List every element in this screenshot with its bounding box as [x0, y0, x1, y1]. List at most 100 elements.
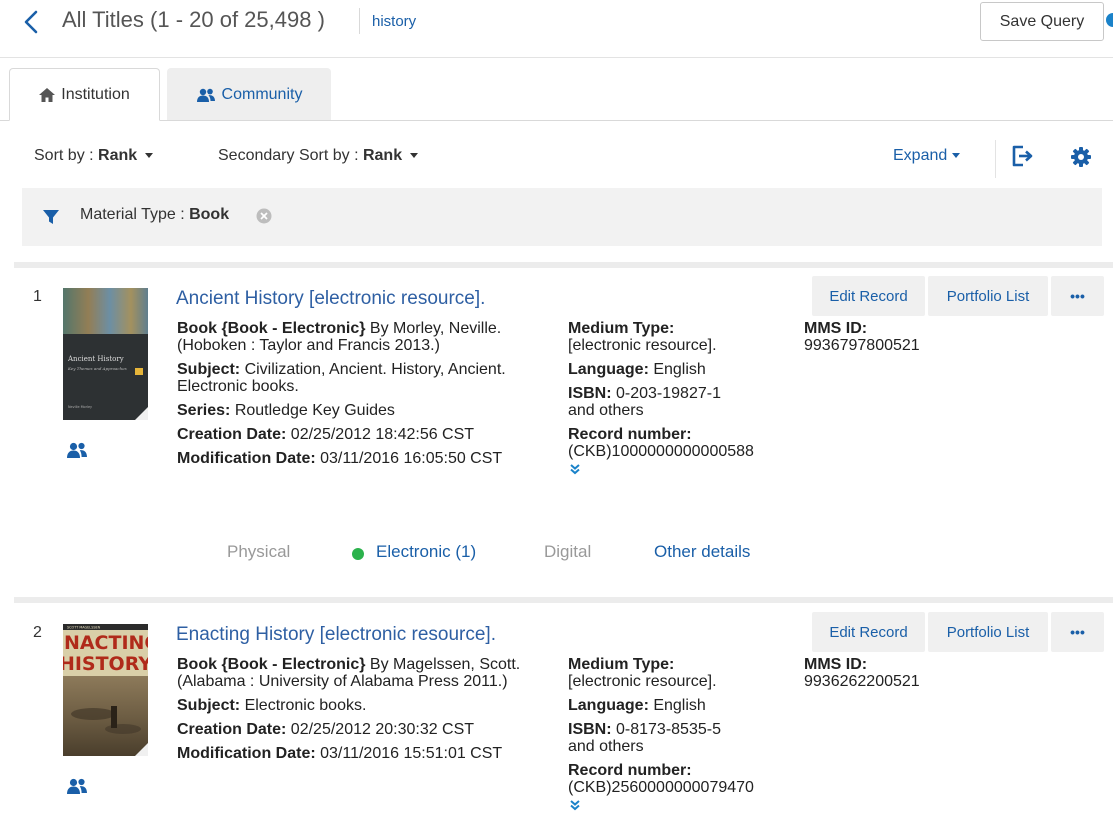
tab-community-label: Community — [221, 85, 303, 103]
medium-type-value: [electronic resource]. — [568, 337, 717, 354]
mms-id-label: MMS ID: — [804, 656, 868, 673]
cover-title: Ancient History — [67, 355, 124, 363]
mms-id-field: MMS ID: 9936797800521 — [804, 320, 1004, 354]
language-field: Language: English — [568, 697, 798, 714]
subject-field: Subject: Civilization, Ancient. History,… — [177, 361, 537, 395]
result-metadata: Medium Type: [electronic resource]. Langu… — [568, 656, 798, 811]
result-separator — [14, 597, 1113, 603]
result-number: 1 — [33, 288, 42, 305]
expand-label: Expand — [893, 147, 948, 164]
show-more-chevron-icon[interactable] — [568, 799, 582, 811]
filter-value: Book — [189, 206, 230, 223]
tab-community[interactable]: Community — [167, 68, 331, 121]
creation-date-label: Creation Date: — [177, 426, 287, 443]
result-title-link[interactable]: Ancient History [electronic resource]. — [176, 288, 485, 310]
result-title-link[interactable]: Enacting History [electronic resource]. — [176, 624, 496, 646]
expand-dropdown[interactable]: Expand — [893, 147, 961, 165]
remove-filter-icon[interactable] — [256, 208, 272, 224]
title-divider — [359, 8, 360, 34]
series-field: Series: Routledge Key Guides — [177, 402, 537, 419]
secondary-sort-label: Secondary Sort by : — [218, 147, 363, 164]
modification-date-label: Modification Date: — [177, 450, 316, 467]
medium-type-label: Medium Type: — [568, 656, 675, 673]
modification-date-field: Modification Date: 03/11/2016 16:05:50 C… — [177, 450, 537, 467]
show-more-chevron-icon[interactable] — [568, 463, 582, 475]
language-field: Language: English — [568, 361, 798, 378]
record-number-label: Record number: — [568, 426, 692, 443]
back-chevron-icon[interactable] — [20, 8, 44, 36]
users-icon — [196, 88, 215, 102]
filter-label: Material Type : — [80, 206, 190, 223]
top-bar: All Titles (1 - 20 of 25,498 ) history S… — [0, 0, 1113, 48]
result-details: Book {Book - Electronic} By Morley, Nevi… — [177, 320, 537, 474]
page-title: All Titles (1 - 20 of 25,498 ) — [62, 7, 325, 32]
edit-record-button[interactable]: Edit Record — [812, 612, 925, 652]
chevron-down-icon — [952, 153, 961, 159]
home-icon — [39, 87, 56, 102]
book-info: Book {Book - Electronic} By Morley, Nevi… — [177, 320, 537, 354]
record-number-field: Record number: (CKB)2560000000079470 — [568, 762, 798, 796]
save-query-button[interactable]: Save Query — [980, 2, 1104, 41]
help-indicator-icon[interactable] — [1106, 13, 1113, 27]
inventory-electronic-link[interactable]: Electronic (1) — [376, 542, 476, 562]
more-actions-button[interactable]: ••• — [1051, 276, 1104, 316]
query-term-link[interactable]: history — [372, 13, 416, 30]
chevron-down-icon — [410, 153, 419, 159]
mms-id-value: 9936797800521 — [804, 337, 920, 354]
isbn-label: ISBN: — [568, 721, 612, 738]
medium-type-label: Medium Type: — [568, 320, 675, 337]
cover-title: ENACTING — [63, 632, 148, 654]
isbn-field: ISBN: 0-203-19827-1 and others — [568, 385, 798, 419]
gear-icon[interactable] — [1070, 146, 1092, 168]
community-users-icon[interactable] — [66, 442, 88, 458]
cover-subtitle: Key Themes and Approaches — [67, 366, 127, 371]
tabs-divider — [0, 120, 1113, 121]
book-cover-image[interactable]: SCOTT MAGELSSEN ENACTING HISTORY — [63, 624, 148, 756]
inventory-physical: Physical — [227, 542, 291, 561]
creation-date-value: 02/25/2012 18:42:56 CST — [286, 426, 475, 443]
result-metadata: Medium Type: [electronic resource]. Langu… — [568, 320, 798, 475]
subject-value: Electronic books. — [240, 697, 367, 714]
book-cover-image[interactable]: Ancient History Key Themes and Approache… — [63, 288, 148, 420]
cover-author: Neville Morley — [68, 405, 92, 409]
medium-type-field: Medium Type: [electronic resource]. — [568, 320, 798, 354]
chevron-down-icon — [145, 153, 154, 159]
secondary-sort-value: Rank — [362, 147, 403, 164]
portfolio-list-button[interactable]: Portfolio List — [928, 276, 1048, 316]
portfolio-list-button[interactable]: Portfolio List — [928, 612, 1048, 652]
tab-institution[interactable]: Institution — [9, 68, 160, 121]
mms-id-label: MMS ID: — [804, 320, 868, 337]
language-label: Language: — [568, 697, 649, 714]
series-label: Series: — [177, 402, 231, 419]
modification-date-label: Modification Date: — [177, 745, 316, 762]
isbn-value: 0-203-19827-1 — [611, 385, 721, 402]
language-value: English — [648, 361, 706, 378]
subject-label: Subject: — [177, 697, 241, 714]
export-icon[interactable] — [1010, 144, 1036, 170]
result-number: 2 — [33, 624, 42, 641]
isbn-value: 0-8173-8535-5 — [611, 721, 721, 738]
result-separator — [14, 262, 1113, 268]
record-number-field: Record number: (CKB)1000000000000588 — [568, 426, 798, 460]
modification-date-value: 03/11/2016 15:51:01 CST — [315, 745, 503, 762]
mms-id-value: 9936262200521 — [804, 673, 920, 690]
sort-by-dropdown[interactable]: Sort by : Rank — [34, 147, 154, 165]
modification-date-field: Modification Date: 03/11/2016 15:51:01 C… — [177, 745, 537, 762]
other-details-link[interactable]: Other details — [654, 542, 750, 562]
sort-bar: Sort by : Rank Secondary Sort by : Rank … — [0, 140, 1113, 178]
filter-icon — [43, 210, 59, 224]
edit-record-button[interactable]: Edit Record — [812, 276, 925, 316]
more-actions-button[interactable]: ••• — [1051, 612, 1104, 652]
result-details: Book {Book - Electronic} By Magelssen, S… — [177, 656, 537, 769]
community-users-icon[interactable] — [66, 778, 88, 794]
subject-label: Subject: — [177, 361, 241, 378]
inventory-digital: Digital — [544, 542, 592, 561]
cover-title: HISTORY — [63, 653, 148, 675]
sort-by-value: Rank — [98, 147, 138, 164]
book-type-label: Book {Book - Electronic} — [177, 320, 366, 337]
isbn-more: and others — [568, 402, 644, 419]
secondary-sort-dropdown[interactable]: Secondary Sort by : Rank — [218, 147, 419, 165]
tab-institution-label: Institution — [61, 85, 130, 103]
book-type-label: Book {Book - Electronic} — [177, 656, 366, 673]
cover-banner: SCOTT MAGELSSEN — [67, 626, 101, 630]
